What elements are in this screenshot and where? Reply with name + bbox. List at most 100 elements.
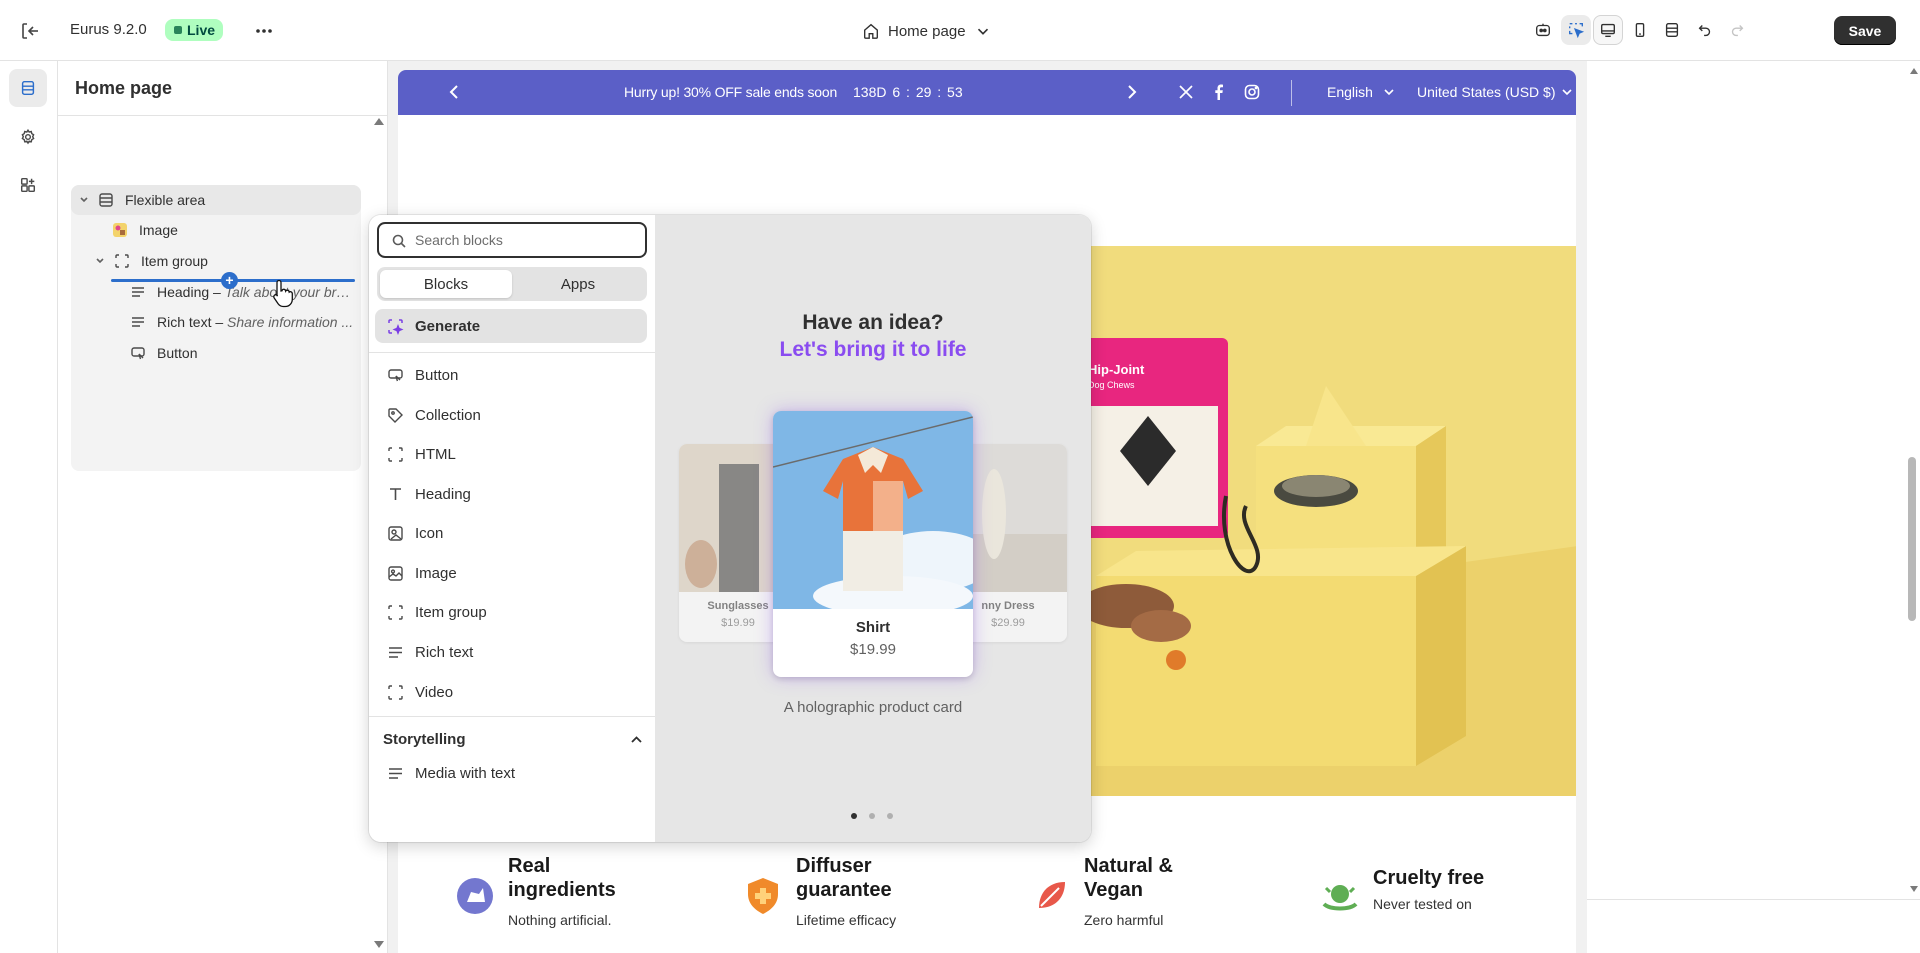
block-item-rich-text[interactable]: Rich text: [375, 636, 647, 668]
tree-item-label: Heading: [157, 284, 210, 300]
tree-item-rich-text[interactable]: Rich text – Share information ...: [129, 307, 361, 337]
generate-block-item[interactable]: Generate: [375, 309, 647, 343]
apps-rail-button[interactable]: [9, 166, 47, 204]
chevron-down-icon[interactable]: [93, 254, 107, 268]
chevron-down-icon: [977, 28, 988, 35]
chevron-right-icon[interactable]: [1122, 83, 1140, 101]
tree-item-image[interactable]: Image: [111, 215, 361, 245]
block-item-item-group[interactable]: Item group: [375, 596, 647, 628]
block-item-html[interactable]: HTML: [375, 438, 647, 470]
tab-apps[interactable]: Apps: [512, 270, 644, 298]
features-row: Real ingredients Nothing artificial. Dif…: [398, 854, 1576, 953]
undo-button[interactable]: [1690, 15, 1720, 45]
ai-assistant-button[interactable]: [1528, 15, 1558, 45]
generate-label: Generate: [415, 317, 481, 335]
card-price: $19.99: [850, 641, 896, 658]
search-field[interactable]: [377, 222, 647, 258]
block-item-label: Collection: [415, 406, 481, 424]
card-name: Shirt: [855, 619, 891, 636]
chevron-down-icon[interactable]: [1561, 86, 1573, 98]
feature-body: Lifetime efficacy: [796, 912, 897, 928]
button-icon: [388, 369, 403, 382]
theme-settings-rail-button[interactable]: [9, 118, 47, 156]
fullscreen-view-button[interactable]: [1657, 15, 1687, 45]
text-lines-icon: [389, 768, 402, 779]
block-item-label: Heading: [415, 485, 471, 503]
chevron-up-icon[interactable]: [630, 733, 643, 746]
section-tree: Flexible area Image Item group Heading –…: [71, 185, 361, 471]
frame-icon: [388, 447, 403, 462]
block-item-image[interactable]: Image: [375, 557, 647, 589]
carousel-dot-2[interactable]: [869, 813, 875, 819]
preview-headline: Have an idea?: [802, 311, 944, 334]
redo-button[interactable]: [1722, 15, 1752, 45]
currency-selector[interactable]: United States (USD $): [1417, 84, 1556, 100]
feature-body: Zero harmful: [1084, 912, 1164, 928]
category-label: Storytelling: [383, 730, 466, 748]
preview-scrollbar-thumb[interactable]: [1908, 457, 1916, 621]
more-actions-button[interactable]: [253, 20, 275, 42]
chevron-down-icon[interactable]: [77, 193, 91, 207]
undo-icon: [1698, 25, 1711, 37]
block-item-heading[interactable]: Heading: [375, 478, 647, 510]
tree-item-sep: –: [215, 314, 224, 330]
tag-icon: [388, 408, 403, 423]
theme-name: Eurus 9.2.0: [70, 21, 147, 38]
x-twitter-icon[interactable]: [1177, 83, 1195, 101]
robot-icon: [1536, 23, 1550, 37]
laurel-icon: [1322, 885, 1358, 911]
top-bar: Eurus 9.2.0 Live Home page Save: [0, 0, 1920, 61]
tree-item-button[interactable]: Button: [129, 338, 361, 368]
scroll-up-icon[interactable]: [1910, 68, 1918, 74]
block-item-video[interactable]: Video: [375, 676, 647, 708]
image-square-icon: [388, 526, 403, 541]
desktop-view-button[interactable]: [1593, 15, 1623, 45]
facebook-icon[interactable]: [1210, 83, 1228, 101]
carousel-dot-1[interactable]: [851, 813, 857, 819]
leaf-icon: [1039, 882, 1065, 908]
block-item-media-with-text[interactable]: Media with text: [375, 757, 647, 789]
hero-product-image[interactable]: Hip-Joint Dog Chews: [1016, 246, 1576, 796]
block-preview-panel: Have an idea? Let's bring it to life Sun…: [655, 215, 1091, 842]
scroll-down-icon[interactable]: [1910, 886, 1918, 892]
block-item-icon[interactable]: Icon: [375, 517, 647, 549]
preview-subheadline: Let's bring it to life: [779, 338, 967, 361]
home-icon: [864, 23, 878, 39]
search-blocks-input[interactable]: [415, 232, 635, 248]
sections-rail-button[interactable]: [9, 69, 47, 107]
announcement-message: Hurry up! 30% OFF sale ends soon: [624, 84, 838, 100]
feature-title: Cruelty free: [1373, 867, 1485, 889]
chevron-down-icon[interactable]: [1383, 86, 1395, 98]
feature-title: Real ingredients: [508, 855, 616, 901]
package-brand: Hip-Joint: [1088, 362, 1145, 377]
save-button[interactable]: Save: [1834, 16, 1896, 45]
tree-item-flexible-area[interactable]: Flexible area: [71, 185, 361, 215]
scroll-down-icon[interactable]: [374, 941, 384, 948]
text-lines-icon: [389, 647, 402, 658]
status-badge: Live: [165, 19, 224, 41]
announcement-bar: Hurry up! 30% OFF sale ends soon 138D 6 …: [398, 70, 1576, 115]
tab-blocks[interactable]: Blocks: [380, 270, 512, 298]
hero-illustration: Hip-Joint Dog Chews: [1016, 246, 1576, 796]
block-list-panel: Blocks Apps Generate Button Collection H…: [369, 215, 655, 842]
mobile-view-button[interactable]: [1625, 15, 1655, 45]
block-item-button[interactable]: Button: [375, 359, 647, 391]
chevron-left-icon[interactable]: [446, 83, 464, 101]
text-lines-icon: [129, 313, 147, 331]
group-icon: [113, 252, 131, 270]
instagram-icon[interactable]: [1243, 83, 1261, 101]
shield-icon: [748, 878, 778, 914]
add-block-plus-icon[interactable]: +: [221, 272, 238, 289]
page-selector[interactable]: Home page: [862, 19, 992, 43]
inspector-button[interactable]: [1561, 15, 1591, 45]
exit-icon[interactable]: [18, 19, 42, 43]
carousel-dot-3[interactable]: [887, 813, 893, 819]
block-item-label: Item group: [415, 603, 487, 621]
language-selector[interactable]: English: [1327, 84, 1373, 100]
image-icon: [388, 566, 403, 581]
feature-title: Natural & Vegan: [1084, 855, 1173, 901]
scroll-up-icon[interactable]: [374, 118, 384, 125]
category-storytelling[interactable]: Storytelling: [383, 727, 647, 751]
tree-item-label: Item group: [141, 253, 208, 269]
block-item-collection[interactable]: Collection: [375, 399, 647, 431]
